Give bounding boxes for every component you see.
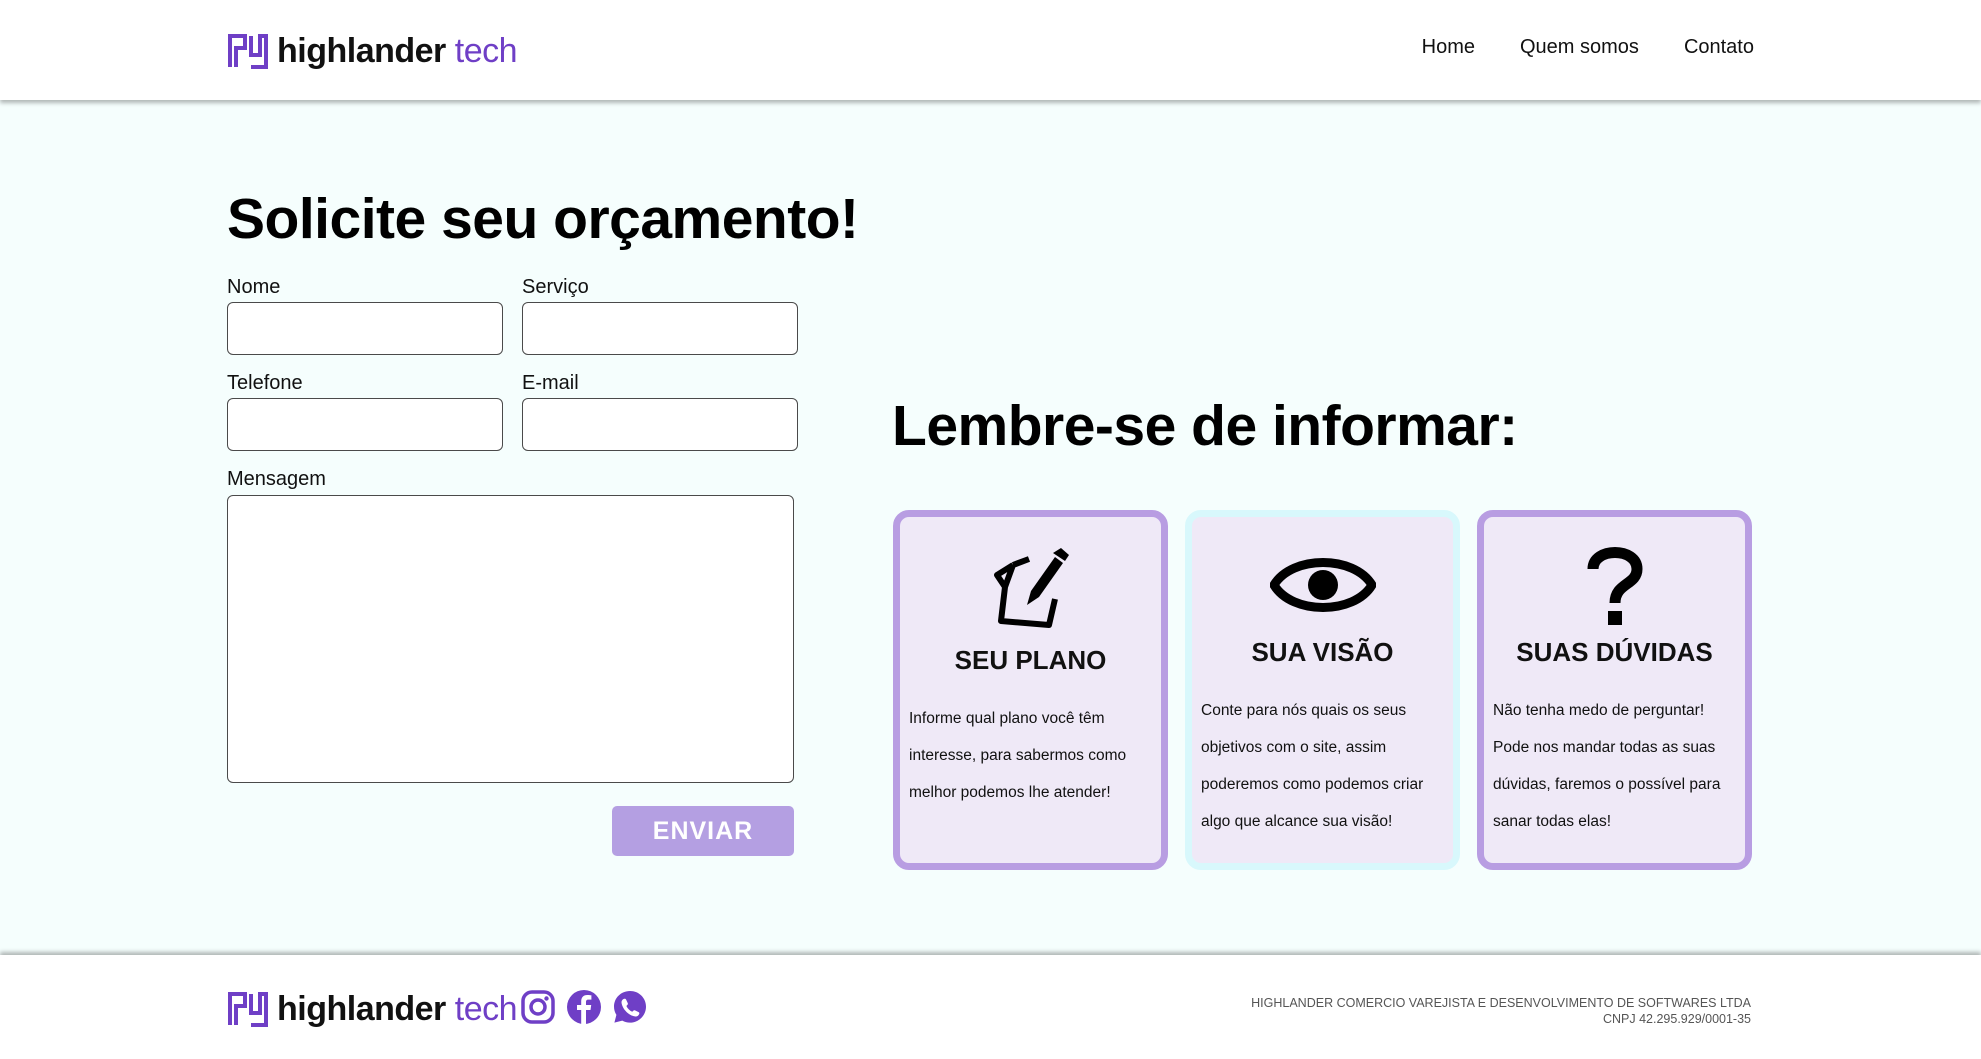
card-seu-plano: SEU PLANO Informe qual plano você têm in… xyxy=(893,510,1168,870)
brand-wordmark: highlander tech xyxy=(277,32,518,70)
form-title: Solicite seu orçamento! xyxy=(227,187,859,251)
label-email: E-mail xyxy=(522,372,579,394)
site-header: highlander tech Home Quem somos Contato xyxy=(0,0,1981,100)
brand-name-light: tech xyxy=(454,32,518,70)
card-text-suas-duvidas: Não tenha medo de perguntar! Pode nos ma… xyxy=(1493,692,1736,840)
card-line: algo que alcance sua visão! xyxy=(1201,813,1393,830)
label-mensagem: Mensagem xyxy=(227,468,326,490)
label-telefone: Telefone xyxy=(227,372,303,394)
nome-input[interactable] xyxy=(228,303,502,354)
company-name: HIGHLANDER COMERCIO VAREJISTA E DESENVOL… xyxy=(1251,996,1751,1010)
card-sua-visao: SUA VISÃO Conte para nós quais os seus o… xyxy=(1185,510,1460,870)
card-line: Pode nos mandar todas as suas xyxy=(1493,739,1716,756)
card-line: Conte para nós quais os seus xyxy=(1201,702,1407,719)
whatsapp-icon xyxy=(614,991,646,1023)
brand-name-light: tech xyxy=(454,990,518,1028)
servico-field[interactable] xyxy=(522,302,798,355)
email-input[interactable] xyxy=(523,399,797,450)
logo-mark-icon xyxy=(228,992,268,1027)
telefone-field[interactable] xyxy=(227,398,503,451)
whatsapp-link[interactable] xyxy=(612,989,648,1025)
servico-input[interactable] xyxy=(523,303,797,354)
nav-contato[interactable]: Contato xyxy=(1684,36,1754,59)
card-line: Não tenha medo de perguntar! xyxy=(1493,702,1705,719)
instagram-icon xyxy=(521,990,555,1024)
site-footer: highlander tech HIGHLANDER COMERCIO VARE… xyxy=(0,955,1981,1059)
card-suas-duvidas: SUAS DÚVIDAS Não tenha medo de perguntar… xyxy=(1477,510,1752,870)
facebook-icon xyxy=(567,990,601,1024)
main-nav: Home Quem somos Contato xyxy=(1422,36,1754,59)
footer-brand-wordmark: highlander tech xyxy=(277,990,518,1028)
label-servico: Serviço xyxy=(522,276,589,298)
card-title-sua-visao: SUA VISÃO xyxy=(1251,637,1394,667)
company-legal-info: HIGHLANDER COMERCIO VAREJISTA E DESENVOL… xyxy=(1251,995,1751,1027)
nav-home[interactable]: Home xyxy=(1422,36,1475,59)
card-text-seu-plano: Informe qual plano você têm interesse, p… xyxy=(909,700,1152,811)
brand-name-bold: highlander xyxy=(277,32,446,70)
brand-name-bold: highlander xyxy=(277,990,446,1028)
card-text-sua-visao: Conte para nós quais os seus objetivos c… xyxy=(1201,692,1444,840)
card-line: objetivos com o site, assim xyxy=(1201,739,1387,756)
card-line: Informe qual plano você têm xyxy=(909,710,1105,727)
label-nome: Nome xyxy=(227,276,281,298)
mensagem-field[interactable] xyxy=(227,495,794,783)
card-line: dúvidas, faremos o possível para xyxy=(1493,776,1721,793)
eye-icon xyxy=(1269,558,1376,612)
submit-button[interactable]: ENVIAR xyxy=(612,806,794,856)
facebook-link[interactable] xyxy=(566,989,602,1025)
question-mark-icon xyxy=(1587,547,1643,625)
card-line: sanar todas elas! xyxy=(1493,813,1612,830)
social-links xyxy=(520,989,648,1025)
nav-quem-somos[interactable]: Quem somos xyxy=(1520,36,1639,59)
instagram-link[interactable] xyxy=(520,989,556,1025)
telefone-input[interactable] xyxy=(228,399,502,450)
mensagem-textarea[interactable] xyxy=(228,496,793,782)
logo-mark-icon xyxy=(228,34,268,69)
document-pen-icon xyxy=(993,548,1069,628)
brand-logo[interactable]: highlander tech xyxy=(227,32,518,70)
card-line: melhor podemos lhe atender! xyxy=(909,784,1111,801)
card-line: poderemos como podemos criar xyxy=(1201,776,1424,793)
email-field[interactable] xyxy=(522,398,798,451)
footer-brand-logo[interactable]: highlander tech xyxy=(227,990,518,1028)
card-title-seu-plano: SEU PLANO xyxy=(954,645,1107,675)
nome-field[interactable] xyxy=(227,302,503,355)
reminder-title: Lembre-se de informar: xyxy=(892,394,1518,458)
company-cnpj: CNPJ 42.295.929/0001-35 xyxy=(1602,1012,1751,1026)
card-title-suas-duvidas: SUAS DÚVIDAS xyxy=(1516,637,1713,667)
card-line: interesse, para sabermos como xyxy=(909,747,1127,764)
